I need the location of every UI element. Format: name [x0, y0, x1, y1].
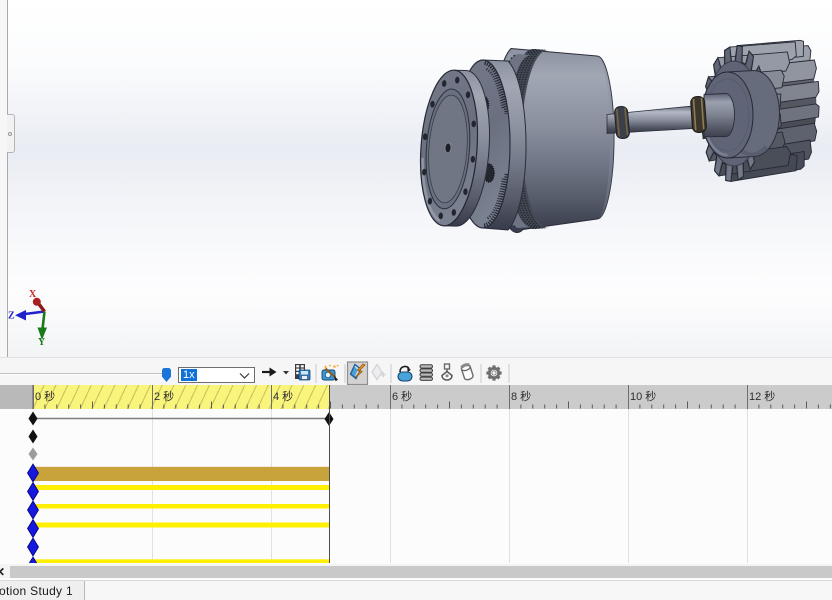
svg-text:Y: Y	[38, 337, 46, 348]
svg-text:Z: Z	[8, 311, 15, 322]
svg-text:X: X	[29, 289, 37, 300]
